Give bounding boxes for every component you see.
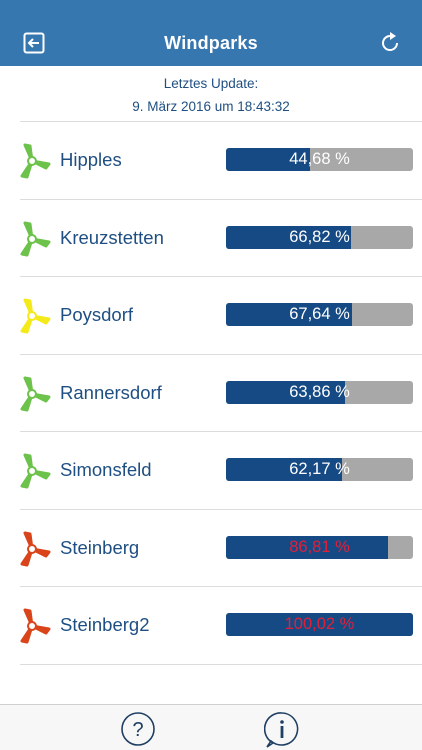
windpark-name: Poysdorf [60,304,134,325]
windpark-row[interactable]: Rannersdorf 63,86 % [20,355,422,432]
help-button[interactable]: ? [120,711,156,747]
info-button[interactable] [263,711,300,748]
windpark-row[interactable]: Poysdorf 67,64 % [20,277,422,354]
windpark-name: Steinberg [60,536,140,558]
last-update-timestamp: 9. März 2016 um 18:43:32 [132,99,290,114]
output-progress-bar: 100,02 % [226,613,413,636]
output-progress-bar: 66,82 % [226,225,413,249]
windpark-row[interactable]: Steinberg 86,81 % [20,510,422,587]
output-progress-bar: 86,81 % [226,535,413,559]
progress-label: 86,81 % [289,537,350,556]
question-icon: ? [121,712,155,746]
output-progress-bar: 63,86 % [226,380,413,404]
divider [20,663,422,665]
output-progress-bar: 44,68 % [226,148,413,171]
output-progress-bar: 67,64 % [226,303,413,326]
windpark-row[interactable]: Hipples 44,68 % [20,122,422,199]
windpark-name: Hipples [60,149,122,170]
progress-label: 44,68 % [289,150,350,168]
wind-turbine-icon [20,608,51,644]
info-icon [263,712,299,748]
windpark-row[interactable]: Simonsfeld 62,17 % [20,432,422,509]
last-update-label: Letztes Update: [163,76,259,91]
windpark-row[interactable]: Kreuzstetten 66,82 % [20,200,422,277]
progress-label: 66,82 % [289,227,350,246]
wind-turbine-icon [20,376,51,411]
wind-turbine-icon [20,221,51,256]
windpark-name: Kreuzstetten [60,226,164,248]
navigation-bar: Windparks [0,0,422,66]
svg-text:?: ? [132,719,143,741]
windpark-name: Steinberg2 [60,614,150,635]
output-progress-bar: 62,17 % [226,458,413,481]
page-title: Windparks [164,33,258,53]
progress-label: 62,17 % [289,460,350,478]
wind-turbine-icon [20,453,51,489]
windpark-list: Hipples 44,68 % Kreuzstetten 66,82 % Poysdor… [20,121,422,665]
windpark-name: Rannersdorf [60,381,162,403]
last-update: Letztes Update: 9. März 2016 um 18:43:32 [0,72,422,118]
progress-label: 63,86 % [289,382,350,401]
refresh-icon [382,32,399,52]
wind-turbine-icon [20,143,51,179]
progress-label: 67,64 % [289,305,350,323]
wind-turbine-icon [20,298,51,334]
windpark-name: Simonsfeld [60,459,152,480]
refresh-button[interactable] [375,28,405,58]
windpark-row[interactable]: Steinberg2 100,02 % [20,587,422,664]
wind-turbine-icon [20,531,51,566]
bottom-toolbar: ? [0,704,422,750]
progress-label: 100,02 % [284,615,355,633]
